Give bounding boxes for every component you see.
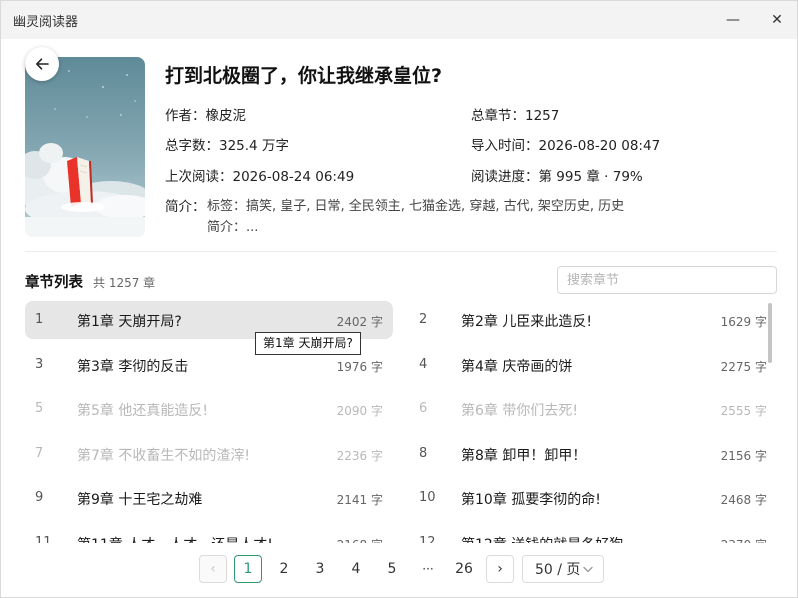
minimize-button[interactable]: — [713, 7, 753, 33]
app-window: 幽灵阅读器 — ✕ 打到北极圈了，你让我继承皇位? 作者：橡皮泥 总章节：125… [0, 0, 798, 598]
chapter-row[interactable]: 5 第5章 他还真能造反! 2090 字 [25, 390, 393, 428]
chapter-word-count: 2236 字 [336, 448, 383, 463]
meta-words-value: 325.4 万字 [219, 138, 289, 154]
chapter-word-count: 2370 字 [721, 536, 767, 544]
chapter-name: 第6章 带你们去死! [461, 403, 578, 419]
chapter-name: 第2章 儿臣来此造反! [461, 314, 592, 330]
book-cover-illustration [25, 57, 145, 237]
meta-author-value: 橡皮泥 [205, 108, 247, 124]
chapter-row[interactable]: 10 第10章 孤要李彻的命! 2468 字 [409, 479, 767, 517]
chapter-name: 第12章 送钱的就是冬好狗 [461, 534, 623, 544]
chapter-number: 11 [35, 534, 52, 544]
meta-author: 作者：橡皮泥 [165, 104, 246, 124]
book-title: 打到北极圈了，你让我继承皇位? [165, 65, 443, 87]
close-button[interactable]: ✕ [757, 7, 797, 33]
chapter-name: 第7章 不收畜生不如的渣滓! [77, 447, 250, 464]
chapter-name: 第8章 卸甲！卸甲！ [461, 447, 587, 464]
chapter-name: 第10章 孤要李彻的命! [461, 492, 601, 508]
chapter-row[interactable]: 11 第11章 人才，人才，还是人才! 2168 字 [25, 524, 393, 544]
meta-chapters: 总章节：1257 [471, 104, 559, 124]
meta-chapters-value: 1257 [525, 108, 560, 124]
meta-import-time: 导入时间：2026-08-20 08:47 [471, 134, 660, 154]
chapter-word-count: 2168 字 [337, 536, 383, 544]
arrow-left-icon [36, 58, 49, 70]
page-size-select[interactable]: 50 / 页 [522, 555, 604, 583]
prev-page-button[interactable]: ‹ [199, 555, 227, 583]
page-button-4[interactable]: 4 [342, 555, 370, 583]
chapter-word-count: 2141 字 [336, 493, 383, 507]
chapter-count: 共 1257 章 [93, 276, 156, 290]
intro-label: 简介： [165, 199, 206, 215]
intro-summary: 简介：... [207, 220, 259, 235]
chapter-number: 9 [35, 490, 44, 505]
meta-chapters-label: 总章节： [471, 108, 525, 124]
chapter-number: 6 [419, 401, 428, 416]
chapter-number: 4 [419, 356, 428, 372]
next-page-button[interactable]: › [486, 555, 514, 583]
meta-last-read: 上次阅读：2026-08-24 06:49 [165, 165, 354, 185]
intro-tags: 标签：搞笑, 皇子, 日常, 全民领主, 七猫金选, 穿越, 古代, 架空历史,… [207, 199, 625, 214]
chapter-number: 1 [35, 312, 44, 327]
back-button[interactable] [25, 47, 59, 81]
chapter-row[interactable]: 8 第8章 卸甲！卸甲！ 2156 字 [409, 435, 767, 473]
chapter-tooltip: 第1章 天崩开局? [255, 332, 361, 355]
chapter-number: 2 [419, 312, 428, 327]
chapter-name: 第9章 十王宅之劫难 [77, 492, 203, 508]
meta-import-value: 2026-08-20 08:47 [538, 138, 661, 154]
chapter-search-input[interactable] [557, 266, 777, 294]
chapter-word-count: 1976 字 [336, 359, 383, 374]
chapter-list-scrollbar[interactable] [768, 303, 772, 363]
chapter-name: 第1章 天崩开局? [77, 314, 182, 330]
chapter-list-title: 章节列表 [25, 275, 83, 291]
chapter-row[interactable]: 2 第2章 儿臣来此造反! 1629 字 [409, 301, 767, 339]
meta-last-read-value: 2026-08-24 06:49 [232, 169, 355, 185]
chapter-name: 第3章 李彻的反击 [77, 358, 189, 375]
meta-words-label: 总字数： [165, 138, 219, 154]
title-bar[interactable]: 幽灵阅读器 — ✕ [1, 1, 797, 39]
meta-author-label: 作者： [165, 108, 206, 124]
page-button-1[interactable]: 1 [234, 555, 262, 583]
chapter-row[interactable]: 12 第12章 送钱的就是冬好狗 2370 字 [409, 524, 767, 544]
page-button-5[interactable]: 5 [378, 555, 406, 583]
chapter-row[interactable]: 6 第6章 带你们去死! 2555 字 [409, 390, 767, 428]
chevron-down-icon [583, 566, 593, 573]
chapter-number: 8 [419, 445, 428, 461]
page-ellipsis[interactable]: ··· [414, 555, 442, 583]
chapter-word-count: 2156 字 [720, 448, 767, 463]
meta-progress-label: 阅读进度： [471, 169, 539, 185]
chapter-number: 10 [419, 490, 436, 505]
chapter-row[interactable]: 9 第9章 十王宅之劫难 2141 字 [25, 479, 393, 517]
chapter-name: 第5章 他还真能造反! [77, 403, 208, 419]
page-size-value: 50 / 页 [535, 562, 581, 578]
chapter-word-count: 1629 字 [720, 315, 767, 329]
chapter-row[interactable]: 7 第7章 不收畜生不如的渣滓! 2236 字 [25, 435, 393, 473]
book-cover [25, 57, 145, 237]
page-button-2[interactable]: 2 [270, 555, 298, 583]
chapter-word-count: 2090 字 [336, 404, 383, 418]
chapter-number: 7 [35, 445, 44, 461]
app-title: 幽灵阅读器 [13, 15, 79, 30]
meta-words: 总字数：325.4 万字 [165, 134, 289, 154]
chapter-number: 3 [35, 356, 44, 372]
chapter-list[interactable]: 1 第1章 天崩开局? 2402 字 2 第2章 儿臣来此造反! 1629 字 3 第3章 李… [25, 301, 767, 543]
chapter-name: 第4章 庆帝画的饼 [461, 358, 573, 375]
page-button-3[interactable]: 3 [306, 555, 334, 583]
section-divider [25, 251, 777, 252]
chapter-name: 第11章 人才，人才，还是人才! [77, 534, 273, 544]
meta-progress-value: 第 995 章 · 79% [538, 169, 643, 185]
page-button-26[interactable]: 26 [450, 555, 478, 583]
chapter-row[interactable]: 4 第4章 庆帝画的饼 2275 字 [409, 346, 767, 384]
chapter-number: 5 [35, 401, 44, 416]
chapter-word-count: 2275 字 [720, 359, 767, 374]
meta-import-label: 导入时间： [471, 138, 539, 154]
chapter-word-count: 2555 字 [720, 404, 767, 418]
meta-last-read-label: 上次阅读： [165, 169, 233, 185]
meta-progress: 阅读进度：第 995 章 · 79% [471, 165, 643, 185]
chapter-word-count: 2402 字 [336, 315, 383, 329]
chapter-number: 12 [419, 534, 436, 544]
chapter-word-count: 2468 字 [720, 493, 767, 507]
